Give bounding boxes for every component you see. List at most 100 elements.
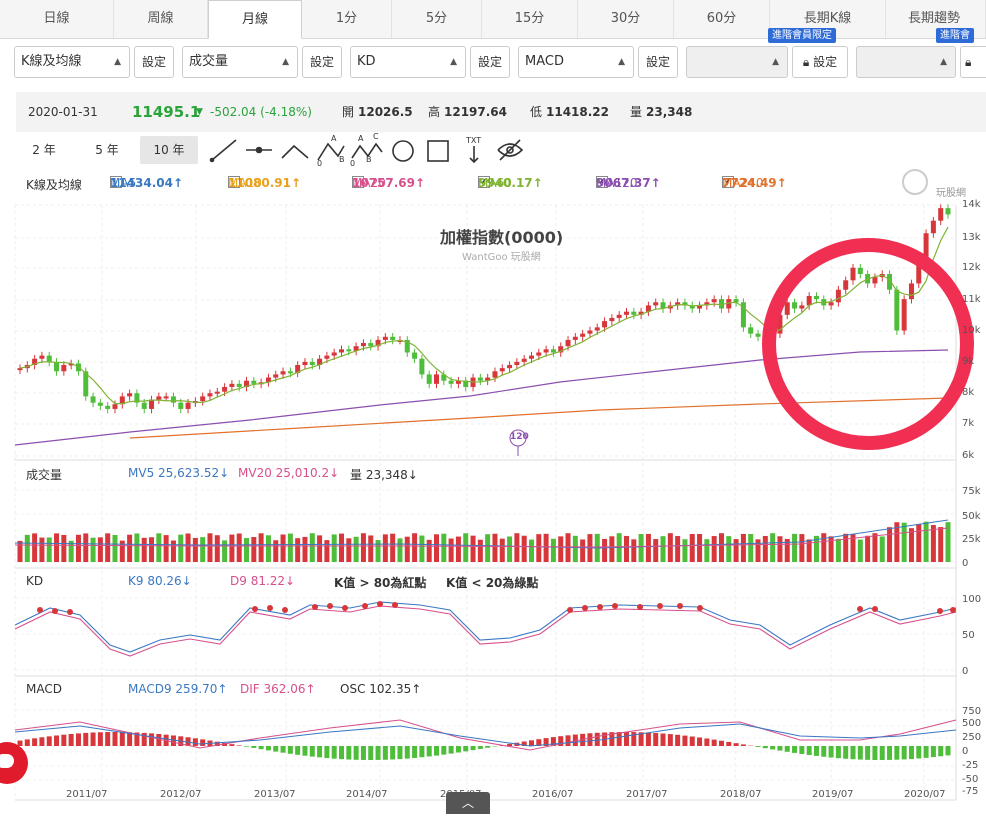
price-tick-label: 13k xyxy=(962,232,981,243)
kd-red-dot xyxy=(362,603,368,609)
osc-bar xyxy=(273,746,279,752)
osc-bar xyxy=(843,746,849,759)
candle-body xyxy=(207,393,213,397)
candle-body xyxy=(813,295,819,300)
volume-bar xyxy=(762,535,768,562)
volume-bar xyxy=(214,535,220,562)
candle-body xyxy=(528,355,534,359)
volume-bar xyxy=(938,527,944,562)
osc-bar xyxy=(24,739,30,746)
volume-bar xyxy=(265,535,271,562)
mv5-value: MV5 25,623.52↓ xyxy=(128,466,230,480)
osc-bar xyxy=(784,746,790,752)
osc-bar xyxy=(901,746,907,760)
volume-bar xyxy=(528,539,534,562)
candle-body xyxy=(894,289,900,331)
candle-body xyxy=(434,374,440,384)
volume-bar xyxy=(375,539,381,562)
candle-body xyxy=(346,349,352,352)
candle-body xyxy=(901,299,907,331)
volume-bar xyxy=(90,537,96,562)
volume-bar xyxy=(397,538,403,562)
candle-body xyxy=(843,280,849,290)
osc-bar xyxy=(317,746,323,758)
volume-bar xyxy=(711,536,717,562)
candle-body xyxy=(872,277,878,284)
osc-bar xyxy=(287,746,293,754)
osc-bar xyxy=(302,746,308,756)
volume-bar xyxy=(302,536,308,562)
osc-bar xyxy=(54,735,60,746)
volume-bar xyxy=(17,540,23,562)
candle-body xyxy=(572,336,578,340)
osc-bar xyxy=(616,732,622,746)
volume-bar xyxy=(609,536,615,562)
osc-bar xyxy=(675,734,681,746)
osc-bar xyxy=(755,746,761,747)
osc-bar xyxy=(828,746,834,758)
volume-bar xyxy=(149,537,155,562)
osc-bar xyxy=(360,746,366,760)
kd-red-dot xyxy=(377,601,383,607)
volume-bar xyxy=(645,533,651,562)
volume-bar xyxy=(287,533,293,562)
osc-bar xyxy=(32,738,38,746)
date-tick-label: 2017/07 xyxy=(626,789,668,800)
osc-bar xyxy=(872,746,878,760)
price-tick-label: 10k xyxy=(962,325,981,336)
candle-body xyxy=(587,330,593,334)
price-tick-label: 11k xyxy=(962,294,981,305)
volume-bar xyxy=(865,535,871,562)
osc-bar xyxy=(127,732,133,746)
kd-red-dot xyxy=(697,605,703,611)
candle-body xyxy=(90,396,96,403)
osc-bar xyxy=(718,740,724,746)
candle-body xyxy=(105,405,111,409)
candle-body xyxy=(828,302,834,306)
osc-bar xyxy=(930,746,936,758)
osc-bar xyxy=(112,732,118,746)
osc-bar xyxy=(835,746,841,759)
osc-bar xyxy=(792,746,798,753)
candle-body xyxy=(507,365,513,369)
candle-body xyxy=(448,380,454,384)
volume-tick-label: 75k xyxy=(962,486,981,497)
osc-bar xyxy=(623,732,629,746)
osc-bar xyxy=(945,746,951,756)
volume-bar xyxy=(360,533,366,562)
candle-body xyxy=(938,208,944,221)
osc-bar xyxy=(762,746,768,749)
k-line xyxy=(14,601,957,653)
osc-bar xyxy=(463,746,469,752)
volume-bar xyxy=(718,533,724,562)
volume-bar xyxy=(580,539,586,562)
osc-bar xyxy=(265,746,271,751)
volume-bar xyxy=(353,536,359,562)
candle-body xyxy=(792,302,798,309)
kd-red-dot xyxy=(327,603,333,609)
candle-body xyxy=(850,267,856,281)
osc-bar xyxy=(192,738,198,746)
volume-bar xyxy=(492,533,498,562)
candle-body xyxy=(711,299,717,303)
osc-bar xyxy=(938,746,944,757)
kd-red-dot xyxy=(950,607,956,613)
volume-bar xyxy=(463,533,469,562)
date-tick-label: 2011/07 xyxy=(66,789,108,800)
candle-body xyxy=(331,352,337,356)
kd-red-dot xyxy=(37,607,43,613)
stock-chart[interactable] xyxy=(0,0,986,822)
volume-bar xyxy=(792,533,798,562)
volume-bar xyxy=(558,536,564,562)
volume-tick-label: 25k xyxy=(962,534,981,545)
volume-bar xyxy=(54,533,60,562)
scroll-up-button[interactable]: ︿ xyxy=(446,792,490,814)
osc-bar xyxy=(68,733,74,746)
volume-bar xyxy=(916,524,922,562)
kd-red-dot xyxy=(267,605,273,611)
kd-red-dot xyxy=(872,606,878,612)
volume-bar xyxy=(550,538,556,562)
kd-red-dot xyxy=(282,607,288,613)
kd-red-dot xyxy=(657,603,663,609)
candle-body xyxy=(112,404,118,409)
